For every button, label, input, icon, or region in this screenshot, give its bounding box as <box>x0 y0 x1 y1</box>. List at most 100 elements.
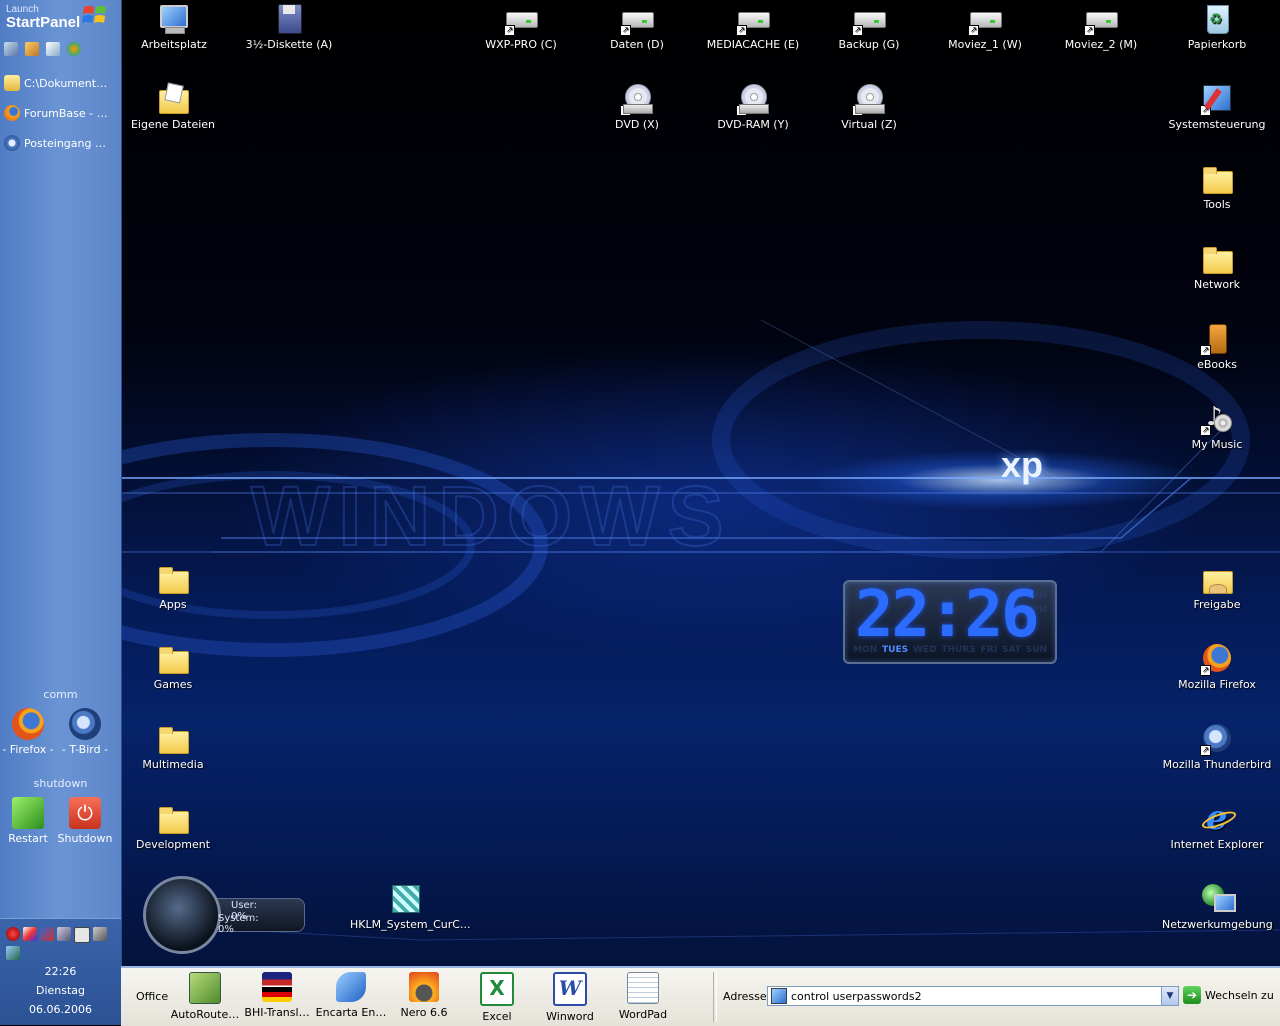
cd-drive-icon: ↗ <box>736 82 770 116</box>
desktop-icon-virtual-z[interactable]: ↗ Virtual (Z) <box>814 82 924 131</box>
launch-encarta-button[interactable]: Encarta En… <box>315 972 387 1019</box>
thunderbird-icon <box>4 135 20 151</box>
task-item-explorer[interactable]: C:\Dokument… <box>4 72 116 94</box>
launch-bhi-translator-button[interactable]: BHI-Transl… <box>241 972 313 1019</box>
cpu-dial <box>143 876 221 954</box>
desktop-icon-my-music[interactable]: ↗ My Music <box>1162 402 1272 451</box>
cd-drive-icon: ↗ <box>620 82 654 116</box>
clock-day: SAT <box>1001 645 1021 655</box>
control-panel-icon <box>771 988 787 1004</box>
desktop-icon-drive-e[interactable]: ↗ MEDIACACHE (E) <box>698 2 808 51</box>
tray-antivirus-icon[interactable] <box>6 927 20 941</box>
hard-drive-icon: ↗ <box>736 2 770 36</box>
task-item-firefox[interactable]: ForumBase - … <box>4 102 116 124</box>
desktop-icon-registry-file[interactable]: HKLM_System_CurC... <box>350 882 470 931</box>
go-button[interactable]: ➔ Wechseln zu <box>1183 986 1274 1004</box>
desktop-icon-label: Multimedia <box>142 758 204 771</box>
tray-shield-icon[interactable] <box>93 927 107 941</box>
desktop-icon-label: Netzwerkumgebung <box>1162 918 1273 931</box>
desktop-icon-mozilla-thunderbird[interactable]: ↗ Mozilla Thunderbird <box>1162 722 1272 771</box>
desktop-icon-netzwerkumgebung[interactable]: Netzwerkumgebung <box>1162 882 1273 931</box>
desktop-icon-apps[interactable]: Apps <box>118 562 228 611</box>
clock-widget[interactable]: 22:26 AM PM MON TUES WED THURS FRI SAT S… <box>843 578 1057 664</box>
launch-thunderbird-button[interactable]: - T-Bird - <box>57 708 113 756</box>
desktop-icon-papierkorb[interactable]: Papierkorb <box>1162 2 1272 51</box>
firefox-icon <box>4 105 20 121</box>
launch-excel-button[interactable]: X Excel <box>461 972 533 1023</box>
desktop-icon-floppy[interactable]: 3½-Diskette (A) <box>234 2 344 51</box>
launch-label: - Firefox - <box>2 743 54 756</box>
clock-day: SUN <box>1025 645 1047 655</box>
desktop-icon-mozilla-firefox[interactable]: ↗ Mozilla Firefox <box>1162 642 1272 691</box>
task-item-thunderbird[interactable]: Posteingang … <box>4 132 116 154</box>
desktop-icon[interactable] <box>4 42 18 56</box>
tray-gear-icon[interactable] <box>74 927 90 943</box>
section-label-comm: comm <box>43 688 78 701</box>
tray-paint-icon[interactable] <box>23 927 37 941</box>
shutdown-button[interactable]: ⏻ Shutdown <box>57 797 113 845</box>
desktop-icon-freigabe[interactable]: Freigabe <box>1162 562 1272 611</box>
desktop-icon-label: eBooks <box>1197 358 1237 371</box>
thunderbird-icon <box>69 708 101 740</box>
clock-day-active: TUES <box>882 645 909 655</box>
launch-winword-button[interactable]: W Winword <box>534 972 606 1023</box>
desktop-icon-internet-explorer[interactable]: Internet Explorer <box>1162 798 1272 851</box>
network-places-icon <box>1200 882 1236 916</box>
desktop-icon-drive-w[interactable]: ↗ Moviez_1 (W) <box>930 2 1040 51</box>
tray-clock-time[interactable]: 22:26 <box>0 965 121 978</box>
desktop-icon-drive-d[interactable]: ↗ Daten (D) <box>582 2 692 51</box>
restart-button[interactable]: Restart <box>0 797 56 845</box>
desktop-icon-drive-c[interactable]: ↗ WXP-PRO (C) <box>466 2 576 51</box>
desktop-icon-dvd-ram-y[interactable]: ↗ DVD-RAM (Y) <box>698 82 808 131</box>
encarta-icon <box>336 972 366 1002</box>
launch-label: Winword <box>546 1010 594 1023</box>
launch-nero-button[interactable]: Nero 6.6 <box>388 972 460 1019</box>
tray-flag-icon[interactable] <box>40 927 54 941</box>
tray-network-icon[interactable] <box>6 946 20 960</box>
desktop-icon-label: Freigabe <box>1193 598 1241 611</box>
launch-autoroute-button[interactable]: AutoRoute… <box>169 972 241 1021</box>
launch-wordpad-button[interactable]: WordPad <box>607 972 679 1021</box>
start-panel: Launch StartPanel C:\Dokument… ForumBase… <box>0 0 122 1025</box>
desktop-icon-development[interactable]: Development <box>118 802 228 851</box>
tray-icons <box>6 927 118 960</box>
desktop-icon-eigene-dateien[interactable]: Eigene Dateien <box>118 82 228 131</box>
desktop-wallpaper: WINDOWS xp <box>121 0 1280 966</box>
launch-label: BHI-Transl… <box>244 1006 310 1019</box>
desktop-icon-ebooks[interactable]: ↗ eBooks <box>1162 322 1272 371</box>
address-input[interactable]: control userpasswords2 <box>791 990 1161 1003</box>
desktop-icon-drive-m[interactable]: ↗ Moviez_2 (M) <box>1046 2 1156 51</box>
tools-icon[interactable] <box>25 42 39 56</box>
tray-monitor-icon[interactable] <box>57 927 71 941</box>
restart-icon <box>12 797 44 829</box>
folder-icon <box>156 642 190 676</box>
address-bar[interactable]: control userpasswords2 ▼ <box>767 986 1179 1006</box>
desktop-icon-tools[interactable]: Tools <box>1162 162 1272 211</box>
desktop-icon-dvd-x[interactable]: ↗ DVD (X) <box>582 82 692 131</box>
chevron-down-icon[interactable]: ▼ <box>1161 987 1178 1005</box>
desktop-icon-games[interactable]: Games <box>118 642 228 691</box>
restart-label: Restart <box>8 832 48 845</box>
launch-firefox-button[interactable]: - Firefox - <box>0 708 56 756</box>
desktop-icon-multimedia[interactable]: Multimedia <box>118 722 228 771</box>
desktop-icon-systemsteuerung[interactable]: ↗ Systemsteuerung <box>1162 82 1272 131</box>
desktop-icon-label: Backup (G) <box>838 38 900 51</box>
clock-widget-pm: PM <box>1033 604 1048 614</box>
wordpad-icon <box>627 972 659 1004</box>
desktop-icon-drive-g[interactable]: ↗ Backup (G) <box>814 2 924 51</box>
media-player-icon[interactable] <box>67 42 81 56</box>
desktop-icon-label: Tools <box>1203 198 1231 211</box>
cpu-system-value: System: 0% <box>218 913 259 935</box>
desktop-icon-network[interactable]: Network <box>1162 242 1272 291</box>
desktop-icon-arbeitsplatz[interactable]: Arbeitsplatz <box>119 2 229 51</box>
hard-drive-icon: ↗ <box>504 2 538 36</box>
startpanel-logo[interactable]: Launch StartPanel <box>6 5 80 31</box>
toolbar-group-label: Office <box>136 990 169 1003</box>
desktop-icon-label: Eigene Dateien <box>130 118 216 131</box>
section-label-shutdown: shutdown <box>33 777 88 790</box>
notepad-icon[interactable] <box>46 42 60 56</box>
hard-drive-icon: ↗ <box>852 2 886 36</box>
desktop-icon-label: WXP-PRO (C) <box>485 38 557 51</box>
flags-icon <box>262 972 292 1002</box>
arrow-right-icon: ➔ <box>1183 986 1201 1004</box>
